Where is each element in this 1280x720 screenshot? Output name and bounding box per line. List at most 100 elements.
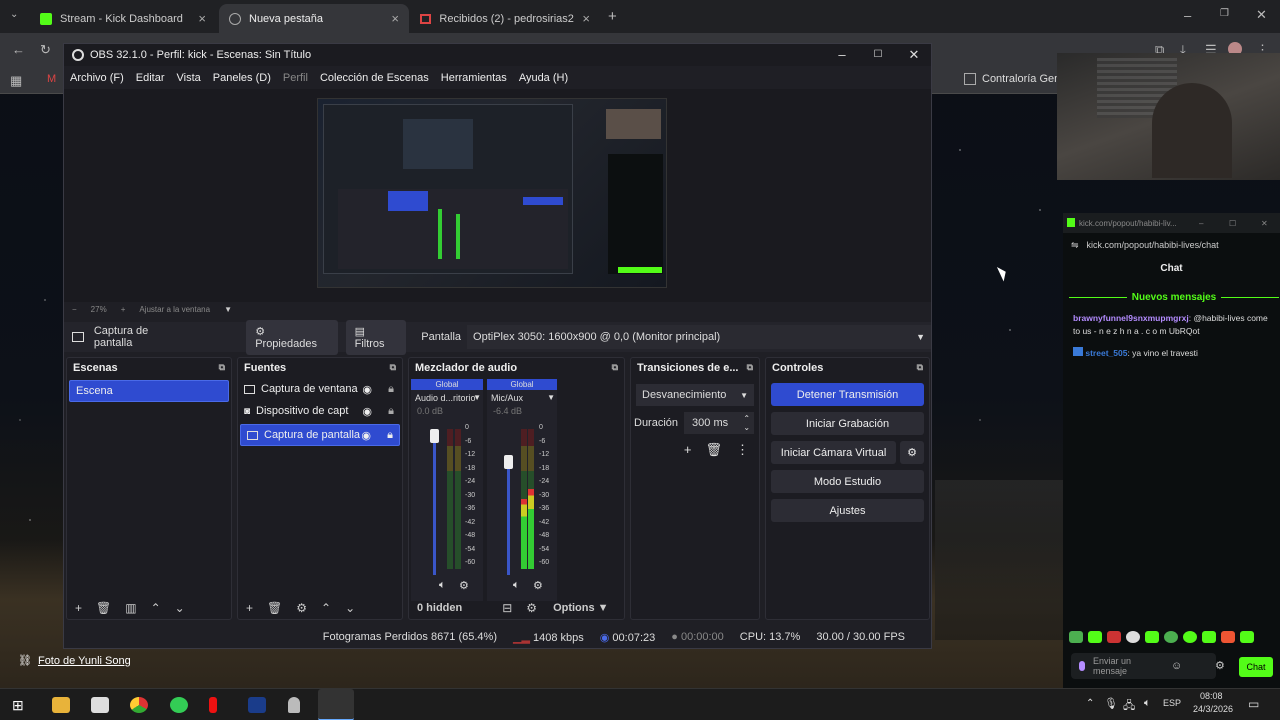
start-virtual-camera-button[interactable]: Iniciar Cámara Virtual — [771, 441, 896, 464]
disney-icon[interactable] — [248, 697, 266, 713]
studio-mode-button[interactable]: Modo Estudio — [771, 470, 924, 493]
add-icon[interactable]: + — [684, 442, 692, 458]
close-icon[interactable]: × — [391, 11, 399, 26]
scene-item[interactable]: Escena — [69, 380, 229, 402]
trash-icon[interactable]: 🗑 — [705, 442, 722, 458]
properties-button[interactable]: ⚙ Propiedades — [246, 319, 338, 355]
gmail-icon[interactable]: M — [47, 73, 56, 85]
zoom-fit[interactable]: Ajustar a la ventana — [139, 305, 210, 314]
windows-start-icon[interactable]: ⊞ — [12, 697, 24, 714]
undock-icon[interactable]: ⧉ — [219, 362, 225, 373]
chevron-down-icon[interactable]: ⌄ — [345, 601, 355, 615]
gear-icon[interactable]: ⚙ — [296, 601, 307, 615]
reload-icon[interactable]: ↻ — [40, 42, 51, 58]
channel-name[interactable]: Audio d...ritorio ▼ — [411, 390, 483, 406]
restore-icon[interactable]: ❐ — [1220, 8, 1229, 19]
duration-spinbox[interactable]: 300 ms ⌃ ⌄ — [684, 412, 755, 434]
menu-herramientas[interactable]: Herramientas — [441, 72, 507, 84]
lock-icon[interactable]: 🔒︎ — [387, 429, 393, 442]
maximize-icon[interactable]: ☐ — [860, 44, 896, 66]
zoom-out-icon[interactable]: − — [72, 305, 77, 314]
minimize-icon[interactable]: – — [1199, 219, 1203, 228]
chevron-down-icon[interactable]: ▼ — [224, 305, 232, 314]
chevron-up-icon[interactable]: ⌃ — [321, 601, 331, 615]
speaker-icon[interactable]: 🔈︎ — [513, 579, 520, 592]
tab-kick-dashboard[interactable]: Stream - Kick Dashboard × — [30, 4, 216, 33]
eye-icon[interactable]: ◉ — [361, 429, 371, 442]
emote-icon[interactable] — [1221, 631, 1235, 643]
chevron-down-icon[interactable]: ⌄ — [175, 601, 185, 615]
gear-icon[interactable]: ⚙ — [526, 601, 537, 615]
menu-coleccion[interactable]: Colección de Escenas — [320, 72, 429, 84]
menu-paneles[interactable]: Paneles (D) — [213, 72, 271, 84]
tab-menu-icon[interactable]: ⌄ — [10, 9, 18, 20]
emote-icon[interactable] — [1088, 631, 1102, 643]
eye-icon[interactable]: ◉ — [362, 383, 372, 396]
menu-editar[interactable]: Editar — [136, 72, 165, 84]
emote-icon[interactable] — [1183, 631, 1197, 643]
clock-date[interactable]: 24/3/2026 — [1193, 704, 1233, 714]
whatsapp-icon[interactable] — [170, 697, 188, 713]
close-icon[interactable]: × — [582, 11, 590, 26]
trash-icon[interactable]: 🗑 — [267, 601, 282, 615]
gear-icon[interactable]: ⚙ — [459, 579, 469, 592]
clock-time[interactable]: 08:08 — [1200, 691, 1223, 701]
close-window-icon[interactable]: ✕ — [1256, 7, 1267, 23]
menu-vista[interactable]: Vista — [177, 72, 201, 84]
back-icon[interactable]: ← — [12, 42, 25, 57]
emote-icon[interactable] — [1240, 631, 1254, 643]
apps-icon[interactable]: ▦ — [10, 73, 22, 89]
trash-icon[interactable]: 🗑 — [96, 601, 111, 615]
layout-icon[interactable]: ⊟ — [502, 601, 512, 615]
gear-icon[interactable]: ⚙ — [900, 441, 924, 464]
speaker-icon[interactable]: 🔈︎ — [439, 579, 446, 592]
close-icon[interactable]: × — [198, 11, 206, 26]
tab-gmail[interactable]: Recibidos (2) - pedrosirias2017 × — [410, 4, 600, 33]
netflix-icon[interactable] — [209, 697, 217, 713]
tab-new[interactable]: Nueva pestaña × — [219, 4, 409, 33]
app-icon[interactable] — [288, 697, 300, 713]
store-icon[interactable] — [91, 697, 109, 713]
lock-icon[interactable]: 🔒︎ — [388, 405, 394, 418]
add-icon[interactable]: + — [75, 601, 82, 615]
send-chat-button[interactable]: Chat — [1239, 657, 1273, 677]
menu-perfil[interactable]: Perfil — [283, 72, 308, 84]
maximize-icon[interactable]: ☐ — [1229, 219, 1236, 228]
lock-icon[interactable]: 🔒︎ — [388, 383, 394, 396]
source-item[interactable]: Captura de ventana ◉ 🔒︎ — [238, 378, 402, 400]
file-explorer-icon[interactable] — [52, 697, 70, 713]
chevron-up-icon[interactable]: ⌃ — [1086, 698, 1094, 709]
volume-knob[interactable] — [430, 429, 439, 443]
gear-icon[interactable]: ⚙ — [533, 579, 543, 592]
minimize-icon[interactable]: – — [824, 44, 860, 66]
close-icon[interactable]: ✕ — [1261, 219, 1268, 228]
emoji-icon[interactable]: ☺ — [1171, 660, 1182, 672]
chrome-icon[interactable] — [130, 697, 148, 713]
close-icon[interactable]: ✕ — [896, 44, 932, 66]
screen-select[interactable]: OptiPlex 3050: 1600x900 @ 0,0 (Monitor p… — [467, 325, 931, 349]
emote-icon[interactable] — [1107, 631, 1121, 643]
notification-icon[interactable]: ▭ — [1248, 697, 1259, 711]
undock-icon[interactable]: ⧉ — [612, 362, 618, 373]
emote-icon[interactable] — [1145, 631, 1159, 643]
add-icon[interactable]: + — [246, 601, 253, 615]
language-indicator[interactable]: ESP — [1163, 698, 1181, 708]
new-tab-icon[interactable]: + — [608, 8, 617, 25]
emote-icon[interactable] — [1202, 631, 1216, 643]
channel-name[interactable]: Mic/Aux ▼ — [487, 390, 557, 406]
chevron-up-icon[interactable]: ⌃ — [151, 601, 161, 615]
chat-input[interactable]: Enviar un mensaje ☺ — [1071, 653, 1216, 679]
menu-archivo[interactable]: Archivo (F) — [70, 72, 124, 84]
emote-icon[interactable] — [1069, 631, 1083, 643]
mic-icon[interactable] — [1079, 661, 1085, 671]
emote-icon[interactable] — [1126, 631, 1140, 643]
undock-icon[interactable]: ⧉ — [917, 362, 923, 373]
network-icon[interactable]: 🖧 — [1123, 697, 1135, 716]
chat-username[interactable]: street_505 — [1085, 348, 1127, 358]
source-item[interactable]: Captura de pantalla ◉ 🔒︎ — [240, 424, 400, 446]
eye-icon[interactable]: ◉ — [362, 405, 372, 418]
volume-track[interactable] — [507, 455, 510, 575]
mic-icon[interactable]: 🎙︎ — [1104, 697, 1118, 710]
options-button[interactable]: Options ▼ — [553, 602, 609, 614]
stop-streaming-button[interactable]: Detener Transmisión — [771, 383, 924, 406]
